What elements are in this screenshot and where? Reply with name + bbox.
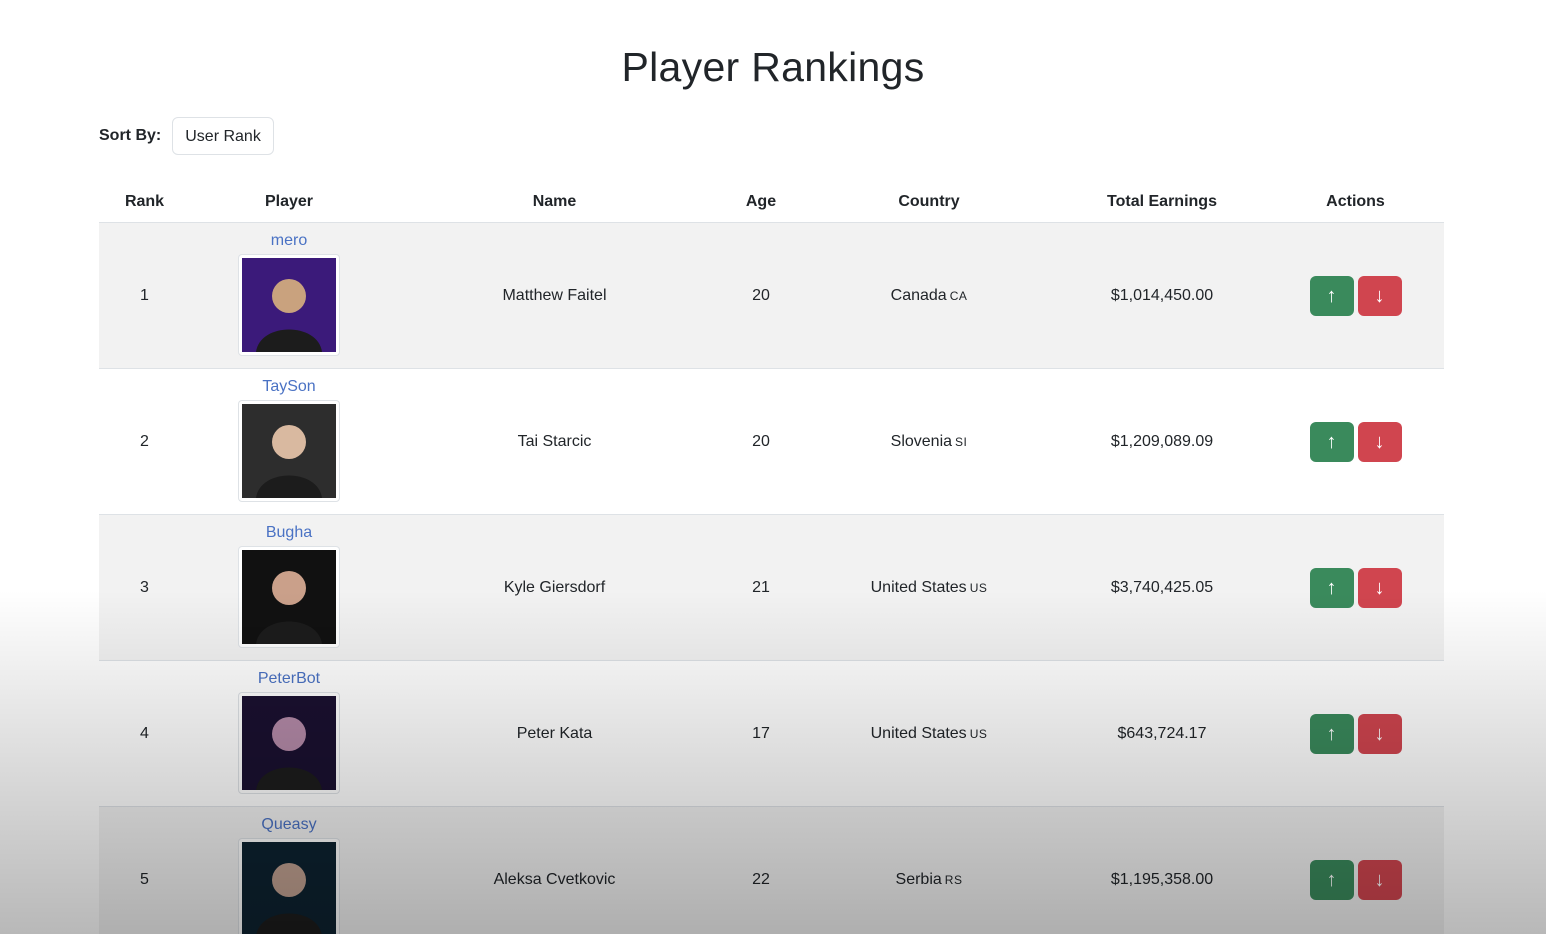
earnings-cell: $3,740,425.05 — [1057, 514, 1267, 661]
country-cell: Slovenia SI — [801, 368, 1057, 515]
table-header-row: Rank Player Name Age Country Total Earni… — [99, 182, 1444, 223]
name-cell: Kyle Giersdorf — [388, 514, 721, 661]
player-tag-link[interactable]: Queasy — [190, 816, 388, 834]
arrow-up-icon: ↑ — [1326, 868, 1337, 891]
table-row: 5 Queasy Aleksa Cvetkovic 22 Serbia RS $1,195,… — [99, 806, 1444, 934]
name-cell: Peter Kata — [388, 660, 721, 807]
move-up-button[interactable]: ↑ — [1309, 275, 1354, 316]
move-down-button[interactable]: ↓ — [1357, 421, 1402, 462]
header-country[interactable]: Country — [801, 182, 1057, 223]
action-buttons: ↑ ↓ — [1267, 421, 1444, 462]
header-rank[interactable]: Rank — [99, 182, 190, 223]
country-cell: United States US — [801, 660, 1057, 807]
country-code: SI — [955, 434, 968, 449]
move-down-button[interactable]: ↓ — [1357, 713, 1402, 754]
player-avatar — [239, 400, 339, 501]
actions-cell: ↑ ↓ — [1267, 514, 1444, 661]
earnings-cell: $1,209,089.09 — [1057, 368, 1267, 515]
rank-cell: 4 — [99, 660, 190, 807]
country-name: Canada — [890, 286, 947, 304]
age-cell: 20 — [721, 368, 801, 515]
rank-cell: 1 — [99, 222, 190, 369]
player-tag-link[interactable]: PeterBot — [190, 670, 388, 688]
move-up-button[interactable]: ↑ — [1309, 421, 1354, 462]
player-cell: TaySon — [190, 368, 388, 515]
country-code: US — [969, 726, 988, 741]
rankings-table: Rank Player Name Age Country Total Earni… — [99, 182, 1444, 934]
earnings-cell: $1,195,358.00 — [1057, 806, 1267, 934]
earnings-cell: $643,724.17 — [1057, 660, 1267, 807]
arrow-down-icon: ↓ — [1374, 430, 1385, 453]
player-tag-link[interactable]: TaySon — [190, 378, 388, 396]
action-buttons: ↑ ↓ — [1267, 567, 1444, 608]
move-up-button[interactable]: ↑ — [1309, 713, 1354, 754]
action-buttons: ↑ ↓ — [1267, 713, 1444, 754]
table-row: 3 Bugha Kyle Giersdorf 21 United States US $3,… — [99, 514, 1444, 661]
header-age[interactable]: Age — [721, 182, 801, 223]
header-earnings[interactable]: Total Earnings — [1057, 182, 1267, 223]
country-name: Slovenia — [890, 432, 953, 450]
page-title: Player Rankings — [621, 44, 925, 90]
player-tag-link[interactable]: mero — [190, 232, 388, 250]
player-avatar — [239, 254, 339, 355]
arrow-down-icon: ↓ — [1374, 284, 1385, 307]
move-down-button[interactable]: ↓ — [1357, 567, 1402, 608]
arrow-up-icon: ↑ — [1326, 576, 1337, 599]
actions-cell: ↑ ↓ — [1267, 660, 1444, 807]
player-avatar — [239, 838, 339, 934]
move-up-button[interactable]: ↑ — [1309, 859, 1354, 900]
sort-select[interactable]: User Rank — [172, 117, 274, 155]
name-cell: Aleksa Cvetkovic — [388, 806, 721, 934]
move-up-button[interactable]: ↑ — [1309, 567, 1354, 608]
action-buttons: ↑ ↓ — [1267, 859, 1444, 900]
table-row: 4 PeterBot Peter Kata 17 United States US $643… — [99, 660, 1444, 807]
sort-control: Sort By: User Rank — [99, 117, 274, 155]
earnings-cell: $1,014,450.00 — [1057, 222, 1267, 369]
player-cell: Queasy — [190, 806, 388, 934]
player-cell: Bugha — [190, 514, 388, 661]
table-row: 1 mero Matthew Faitel 20 Canada CA $1,014,450.… — [99, 222, 1444, 369]
country-code: RS — [944, 872, 963, 887]
arrow-down-icon: ↓ — [1374, 722, 1385, 745]
age-cell: 22 — [721, 806, 801, 934]
arrow-down-icon: ↓ — [1374, 868, 1385, 891]
arrow-up-icon: ↑ — [1326, 430, 1337, 453]
arrow-down-icon: ↓ — [1374, 576, 1385, 599]
player-avatar — [239, 546, 339, 647]
actions-cell: ↑ ↓ — [1267, 368, 1444, 515]
player-avatar — [239, 692, 339, 793]
name-cell: Matthew Faitel — [388, 222, 721, 369]
table-row: 2 TaySon Tai Starcic 20 Slovenia SI $1,209,089… — [99, 368, 1444, 515]
actions-cell: ↑ ↓ — [1267, 222, 1444, 369]
actions-cell: ↑ ↓ — [1267, 806, 1444, 934]
country-cell: Serbia RS — [801, 806, 1057, 934]
age-cell: 17 — [721, 660, 801, 807]
player-cell: mero — [190, 222, 388, 369]
country-cell: Canada CA — [801, 222, 1057, 369]
player-cell: PeterBot — [190, 660, 388, 807]
country-name: United States — [870, 724, 967, 742]
arrow-up-icon: ↑ — [1326, 284, 1337, 307]
rank-cell: 5 — [99, 806, 190, 934]
age-cell: 21 — [721, 514, 801, 661]
country-code: US — [969, 580, 988, 595]
action-buttons: ↑ ↓ — [1267, 275, 1444, 316]
header-actions: Actions — [1267, 182, 1444, 223]
header-player[interactable]: Player — [190, 182, 388, 223]
rank-cell: 2 — [99, 368, 190, 515]
country-code: CA — [949, 288, 968, 303]
country-cell: United States US — [801, 514, 1057, 661]
move-down-button[interactable]: ↓ — [1357, 275, 1402, 316]
player-tag-link[interactable]: Bugha — [190, 524, 388, 542]
sort-label: Sort By: — [99, 127, 162, 144]
name-cell: Tai Starcic — [388, 368, 721, 515]
country-name: Serbia — [895, 870, 942, 888]
country-name: United States — [870, 578, 967, 596]
arrow-up-icon: ↑ — [1326, 722, 1337, 745]
age-cell: 20 — [721, 222, 801, 369]
rank-cell: 3 — [99, 514, 190, 661]
move-down-button[interactable]: ↓ — [1357, 859, 1402, 900]
header-name[interactable]: Name — [388, 182, 721, 223]
